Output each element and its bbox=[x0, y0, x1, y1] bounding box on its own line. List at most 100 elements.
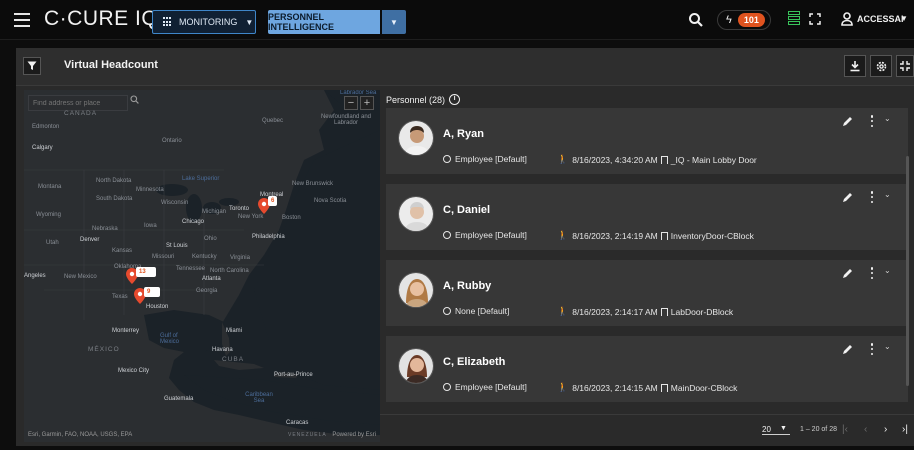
zoom-out-button[interactable]: − bbox=[344, 96, 358, 110]
map-label: Lake Superior bbox=[182, 176, 220, 182]
download-button[interactable] bbox=[844, 55, 866, 77]
search-icon[interactable] bbox=[688, 12, 704, 28]
activity-time: 8/16/2023, 4:34:20 AM bbox=[572, 154, 658, 165]
more-options-icon[interactable] bbox=[870, 343, 874, 355]
map-label: Virginia bbox=[230, 255, 250, 261]
map-label: Guatemala bbox=[164, 396, 194, 402]
alarm-indicator[interactable]: ϟ 101 bbox=[717, 10, 771, 30]
personnel-intelligence-dropdown-button[interactable]: ▼ bbox=[382, 10, 406, 34]
fullscreen-icon[interactable] bbox=[809, 13, 821, 25]
list-scrollbar[interactable] bbox=[906, 156, 909, 386]
pencil-icon[interactable] bbox=[842, 267, 854, 279]
chevron-down-icon[interactable]: ⌄ bbox=[884, 266, 891, 275]
map-label: North Dakota bbox=[96, 178, 132, 184]
pencil-icon[interactable] bbox=[842, 191, 854, 203]
first-page-icon[interactable]: |‹ bbox=[842, 424, 848, 435]
map-label: Wisconsin bbox=[161, 200, 189, 206]
map-label: Miami bbox=[226, 328, 242, 334]
panel-header: Virtual Headcount bbox=[16, 48, 914, 86]
map-label: New Brunswick bbox=[292, 181, 334, 187]
badge-icon bbox=[443, 383, 451, 391]
person-role-text: Employee [Default] bbox=[455, 230, 527, 240]
map-label: Tennessee bbox=[176, 266, 206, 272]
map-search-input[interactable] bbox=[28, 95, 128, 111]
last-activity: 🚶 8/16/2023, 2:14:19 AM InventoryDoor-CB… bbox=[557, 230, 754, 241]
chevron-down-icon[interactable]: ⌄ bbox=[884, 190, 891, 199]
more-options-icon[interactable] bbox=[870, 191, 874, 203]
personnel-card[interactable]: C, Elizabeth Employee [Default] 🚶 8/16/2… bbox=[386, 336, 908, 402]
caret-down-icon[interactable]: ▼ bbox=[780, 425, 787, 432]
map-view[interactable]: − + CANADA Edmonton Calgary Ontario Queb… bbox=[24, 90, 380, 442]
map-label: North Carolina bbox=[210, 268, 249, 274]
map-label: Denver bbox=[80, 237, 100, 243]
door-icon bbox=[660, 383, 668, 392]
personnel-card[interactable]: A, Rubby None [Default] 🚶 8/16/2023, 2:1… bbox=[386, 260, 908, 326]
filter-button[interactable] bbox=[23, 57, 41, 75]
activity-door: MainDoor-CBlock bbox=[670, 382, 738, 393]
walking-person-icon: 🚶 bbox=[557, 230, 569, 240]
user-icon[interactable] bbox=[841, 12, 853, 26]
collapse-icon bbox=[900, 61, 910, 71]
chevron-down-icon[interactable]: ⌄ bbox=[884, 342, 891, 351]
map-attribution: Esri, Garmin, FAO, NOAA, USGS, EPA bbox=[28, 432, 133, 438]
top-bar: C·CURE IQ MONITORING ▼ PERSONNEL INTELLI… bbox=[0, 0, 914, 40]
person-name: C, Elizabeth bbox=[443, 356, 506, 368]
bolt-icon: ϟ bbox=[726, 14, 732, 26]
personnel-card[interactable]: C, Daniel Employee [Default] 🚶 8/16/2023… bbox=[386, 184, 908, 250]
map-label: Port-au-Prince bbox=[274, 372, 313, 378]
search-icon bbox=[130, 95, 139, 104]
map-label: Montana bbox=[38, 184, 62, 190]
personnel-intelligence-button[interactable]: PERSONNEL INTELLIGENCE bbox=[268, 10, 380, 34]
more-options-icon[interactable] bbox=[870, 115, 874, 127]
activity-door: LabDoor-DBlock bbox=[670, 306, 734, 317]
walking-person-icon: 🚶 bbox=[557, 154, 569, 164]
collapse-button[interactable] bbox=[896, 55, 914, 77]
person-role: Employee [Default] bbox=[443, 154, 527, 164]
person-role: Employee [Default] bbox=[443, 230, 527, 240]
map-label: Texas bbox=[112, 294, 128, 300]
pagination-bar: 20 ▼ 1 – 20 of 28 |‹ ‹ › ›| bbox=[380, 414, 914, 442]
person-role-text: Employee [Default] bbox=[455, 382, 527, 392]
user-name[interactable]: ACCESSAI bbox=[857, 14, 904, 24]
chevron-down-icon[interactable]: ⌄ bbox=[884, 114, 891, 123]
door-icon bbox=[660, 307, 668, 316]
map-search-button[interactable] bbox=[130, 95, 146, 111]
pencil-icon[interactable] bbox=[842, 115, 854, 127]
info-icon[interactable]: i bbox=[449, 94, 461, 105]
more-options-icon[interactable] bbox=[870, 267, 874, 279]
hamburger-menu-icon[interactable] bbox=[14, 13, 30, 27]
map-label: Chicago bbox=[182, 219, 205, 225]
map-powered-by[interactable]: Powered by Esri bbox=[332, 432, 376, 438]
door-icon bbox=[660, 231, 668, 240]
map-label: Atlanta bbox=[202, 276, 221, 282]
activity-door: _IQ - Main Lobby Door bbox=[670, 154, 757, 165]
map-label: Monterrey bbox=[112, 328, 140, 334]
apps-grid-icon bbox=[163, 17, 173, 27]
last-page-icon[interactable]: ›| bbox=[902, 424, 908, 435]
map-label: Caracas bbox=[286, 420, 309, 426]
map-label: Missouri bbox=[152, 254, 175, 260]
zoom-in-button[interactable]: + bbox=[360, 96, 374, 110]
map-label: Toronto bbox=[229, 206, 250, 212]
next-page-icon[interactable]: › bbox=[884, 424, 887, 435]
filter-icon bbox=[27, 61, 37, 70]
settings-button[interactable] bbox=[870, 55, 892, 77]
panel-title: Virtual Headcount bbox=[64, 59, 158, 71]
map-label: Newfoundland and Labrador bbox=[320, 114, 372, 126]
person-name: A, Rubby bbox=[443, 280, 492, 292]
caret-down-icon: ▼ bbox=[245, 17, 254, 27]
monitoring-menu-button[interactable]: MONITORING ▼ bbox=[152, 10, 256, 34]
walking-person-icon: 🚶 bbox=[557, 382, 569, 392]
previous-page-icon[interactable]: ‹ bbox=[864, 424, 867, 435]
page-range: 1 – 20 of 28 bbox=[800, 426, 837, 433]
map-label: Ohio bbox=[204, 236, 217, 242]
user-menu-caret-icon[interactable]: ▼ bbox=[900, 14, 908, 23]
last-activity: 🚶 8/16/2023, 4:34:20 AM _IQ - Main Lobby… bbox=[557, 154, 757, 165]
personnel-card[interactable]: A, Ryan Employee [Default] 🚶 8/16/2023, … bbox=[386, 108, 908, 174]
server-status-icon[interactable] bbox=[788, 11, 800, 28]
map-label: St Louis bbox=[166, 243, 188, 249]
map-label: Labrador Sea bbox=[340, 90, 377, 96]
pencil-icon[interactable] bbox=[842, 343, 854, 355]
map-label: South Dakota bbox=[96, 196, 133, 202]
map-label: Michigan bbox=[202, 209, 227, 215]
